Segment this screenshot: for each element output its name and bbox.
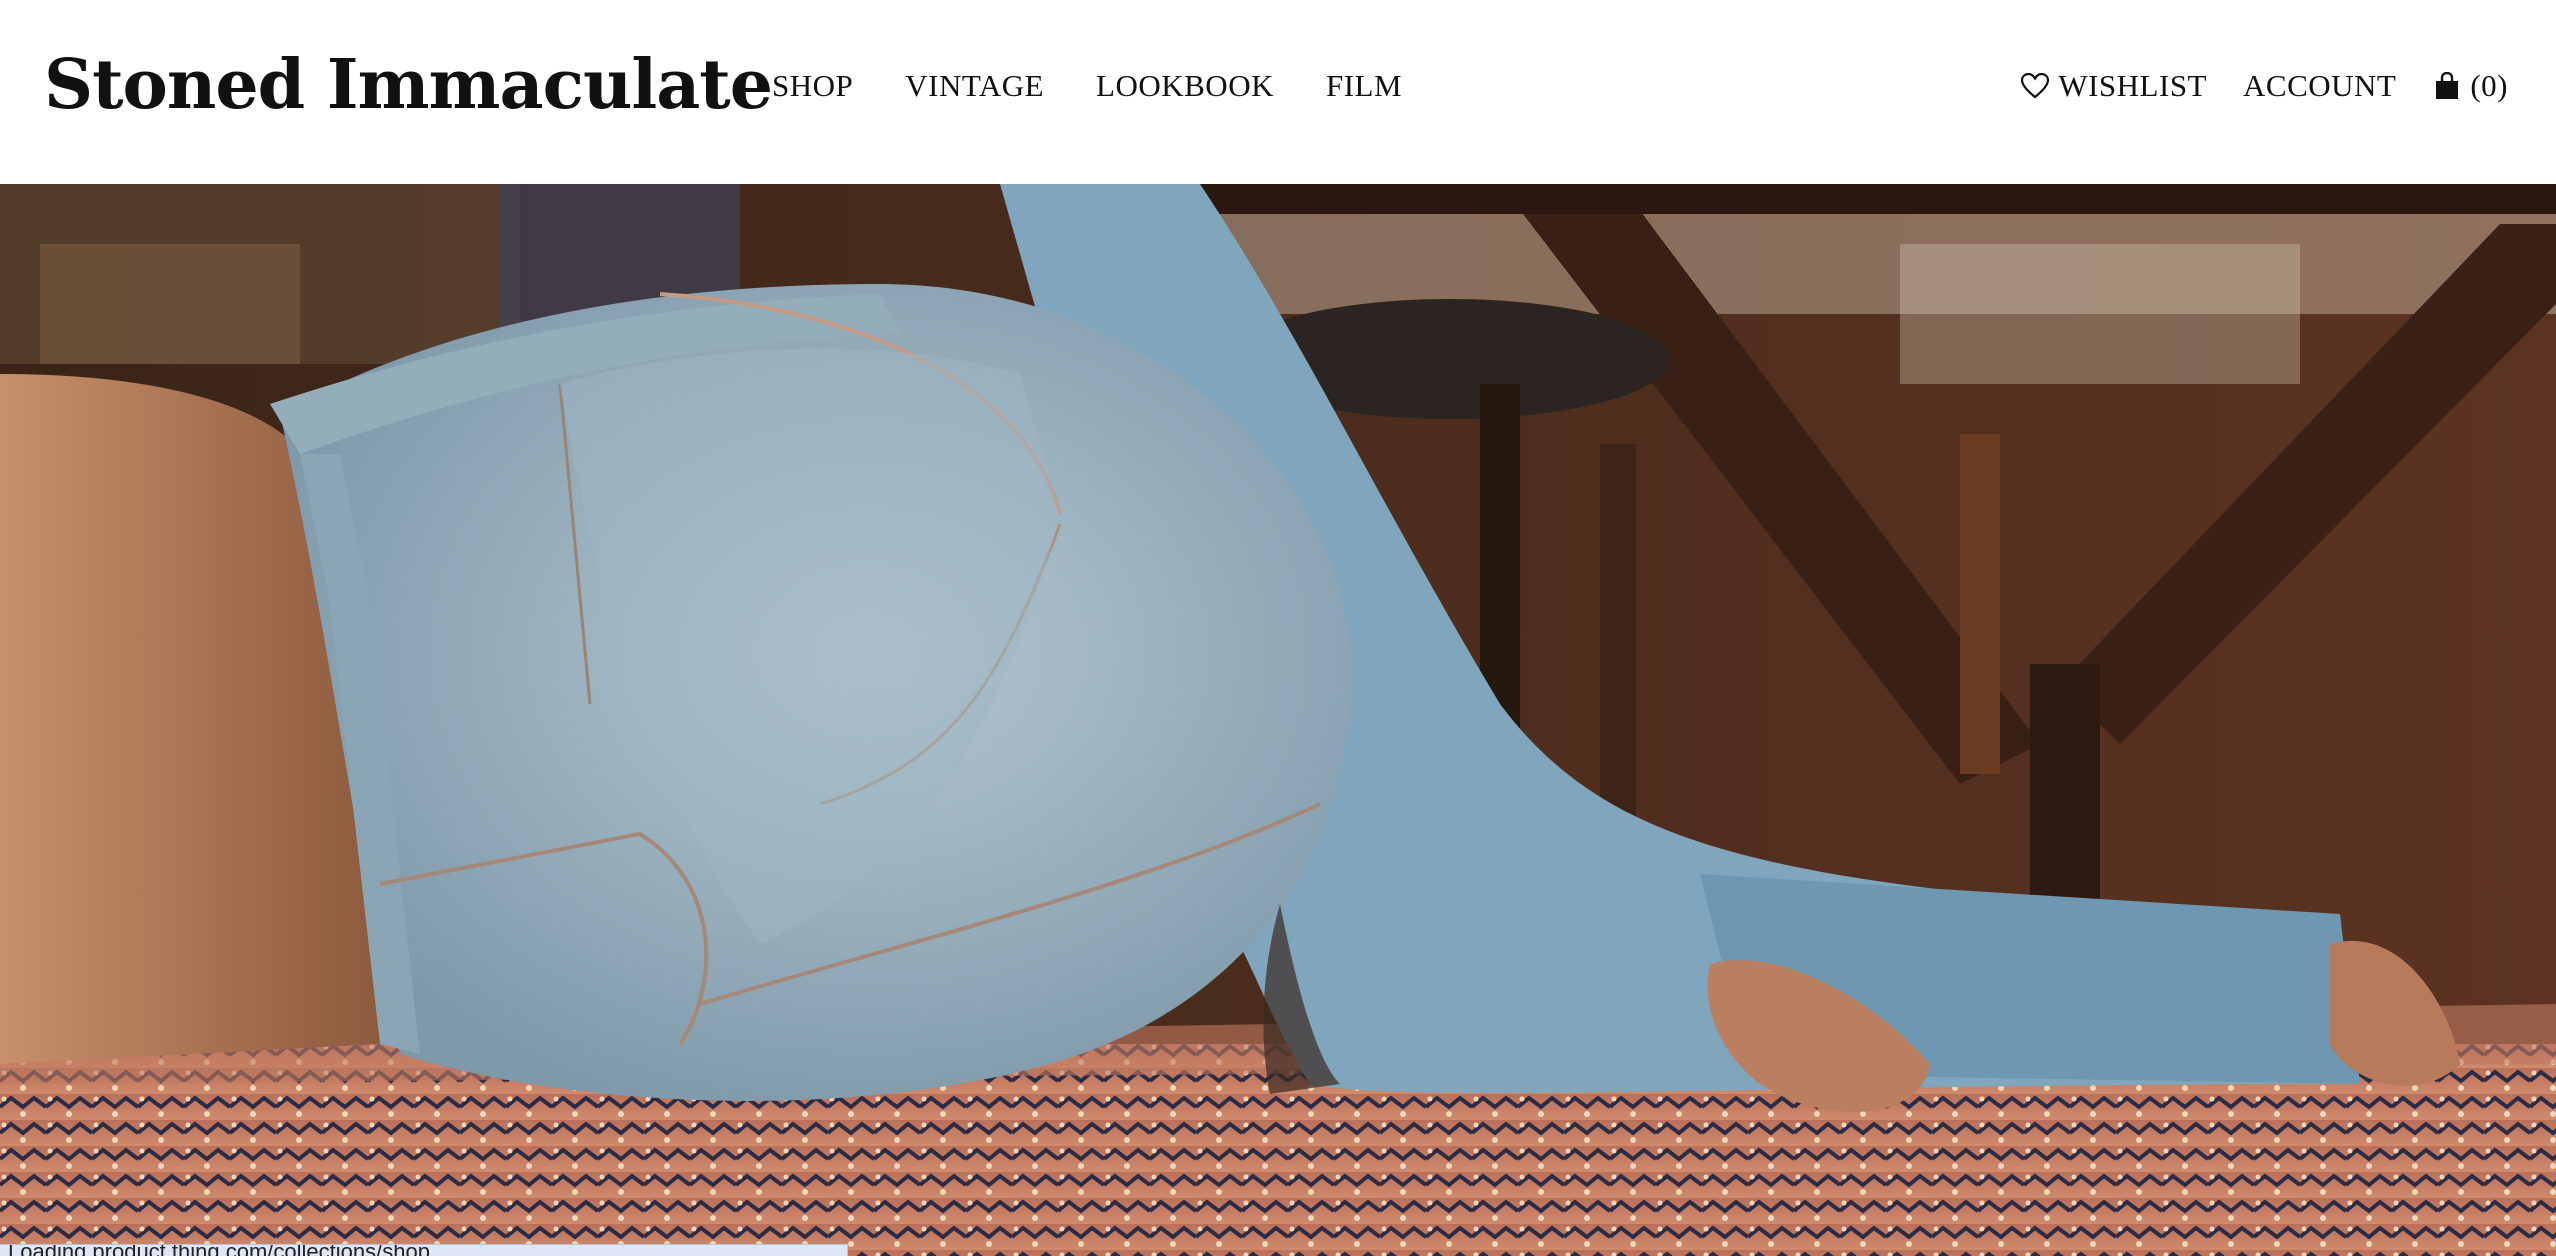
hero-image[interactable] xyxy=(0,184,2556,1256)
wishlist-label[interactable]: WISHLIST xyxy=(2058,62,2207,110)
shopping-bag-icon xyxy=(2432,71,2462,101)
nav-film[interactable]: FILM xyxy=(1326,62,1402,110)
account-link[interactable]: ACCOUNT xyxy=(2243,62,2396,110)
nav-lookbook[interactable]: LOOKBOOK xyxy=(1096,62,1274,110)
site-header: Stoned Immaculate SHOP VINTAGE LOOKBOOK … xyxy=(0,0,2556,184)
main-nav: SHOP VINTAGE LOOKBOOK FILM xyxy=(772,62,1402,110)
nav-shop[interactable]: SHOP xyxy=(772,62,853,110)
brand-logo[interactable]: Stoned Immaculate xyxy=(44,40,773,130)
wishlist-link[interactable]: WISHLIST xyxy=(2020,62,2207,110)
heart-icon xyxy=(2020,71,2050,101)
cart-link[interactable]: (0) xyxy=(2432,62,2508,110)
nav-vintage[interactable]: VINTAGE xyxy=(905,62,1044,110)
hero-photo-illustration xyxy=(0,184,2556,1256)
status-text: Loading product thing.com/collections/sh… xyxy=(8,1245,448,1256)
browser-status-bar: Loading product thing.com/collections/sh… xyxy=(0,1244,848,1256)
header-utilities: WISHLIST ACCOUNT (0) xyxy=(2020,62,2508,110)
cart-count[interactable]: (0) xyxy=(2470,62,2508,110)
